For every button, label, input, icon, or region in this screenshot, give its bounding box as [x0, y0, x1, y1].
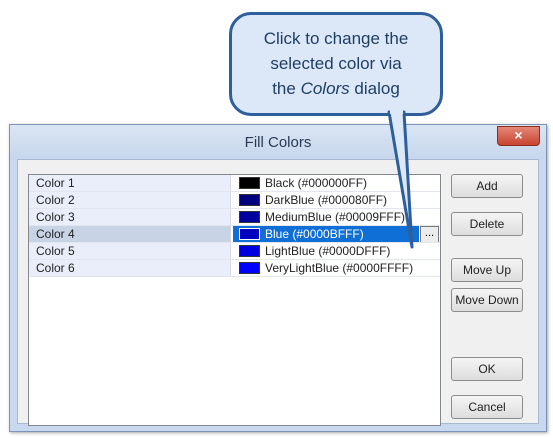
color-swatch — [239, 245, 260, 257]
color-value: MediumBlue (#00009FFF) — [265, 210, 406, 224]
column-divider — [230, 243, 231, 260]
callout-line-2: selected color via — [270, 54, 402, 73]
column-divider — [230, 260, 231, 277]
color-row[interactable]: Color 1 Black (#000000FF) — [29, 175, 440, 192]
dialog-titlebar[interactable]: Fill Colors × — [10, 125, 546, 159]
color-value: DarkBlue (#000080FF) — [265, 193, 388, 207]
color-row-selected[interactable]: Color 4 Blue (#0000BFFF) ... — [29, 226, 440, 243]
color-name: Color 1 — [29, 175, 230, 192]
column-divider — [230, 209, 231, 226]
cancel-button[interactable]: Cancel — [451, 395, 523, 419]
dialog-client-area: Color 1 Black (#000000FF) Color 2 DarkBl… — [17, 159, 539, 426]
color-list[interactable]: Color 1 Black (#000000FF) Color 2 DarkBl… — [28, 174, 441, 426]
callout-line-3: the Colors dialog — [232, 76, 440, 101]
tooltip-callout: Click to change the selected color via t… — [229, 12, 443, 116]
color-swatch — [239, 194, 260, 206]
column-divider — [230, 192, 231, 209]
dialog-title: Fill Colors — [244, 134, 312, 151]
callout-line-3-prefix: the — [272, 79, 301, 98]
color-value: LightBlue (#0000DFFF) — [265, 244, 391, 258]
column-divider — [230, 226, 231, 243]
color-row[interactable]: Color 5 LightBlue (#0000DFFF) — [29, 243, 440, 260]
color-row[interactable]: Color 6 VeryLightBlue (#0000FFFF) — [29, 260, 440, 277]
color-swatch — [239, 211, 260, 223]
close-button[interactable]: × — [497, 126, 540, 146]
callout-line-3-suffix: dialog — [349, 79, 400, 98]
row-divider — [29, 276, 440, 277]
color-name: Color 2 — [29, 192, 230, 209]
color-row[interactable]: Color 3 MediumBlue (#00009FFF) — [29, 209, 440, 226]
add-button[interactable]: Add — [451, 174, 523, 198]
ok-button[interactable]: OK — [451, 357, 523, 381]
move-up-button[interactable]: Move Up — [451, 258, 523, 282]
ellipsis-button[interactable]: ... — [420, 226, 439, 243]
color-value: Blue (#0000BFFF) — [265, 227, 364, 241]
color-row[interactable]: Color 2 DarkBlue (#000080FF) — [29, 192, 440, 209]
color-name: Color 6 — [29, 260, 230, 277]
column-divider — [230, 175, 231, 192]
delete-button[interactable]: Delete — [451, 212, 523, 236]
color-value: Black (#000000FF) — [265, 176, 368, 190]
color-swatch — [239, 262, 260, 274]
color-name: Color 5 — [29, 243, 230, 260]
fill-colors-dialog: Fill Colors × Color 1 Black (#000000FF) … — [9, 124, 547, 432]
color-name: Color 4 — [29, 226, 230, 243]
callout-line-1: Click to change the — [263, 29, 409, 48]
move-down-button[interactable]: Move Down — [451, 288, 523, 312]
color-swatch — [239, 177, 260, 189]
callout-colors-emphasis: Colors — [300, 79, 350, 98]
color-value: VeryLightBlue (#0000FFFF) — [265, 261, 414, 275]
color-swatch — [239, 228, 260, 240]
color-name: Color 3 — [29, 209, 230, 226]
